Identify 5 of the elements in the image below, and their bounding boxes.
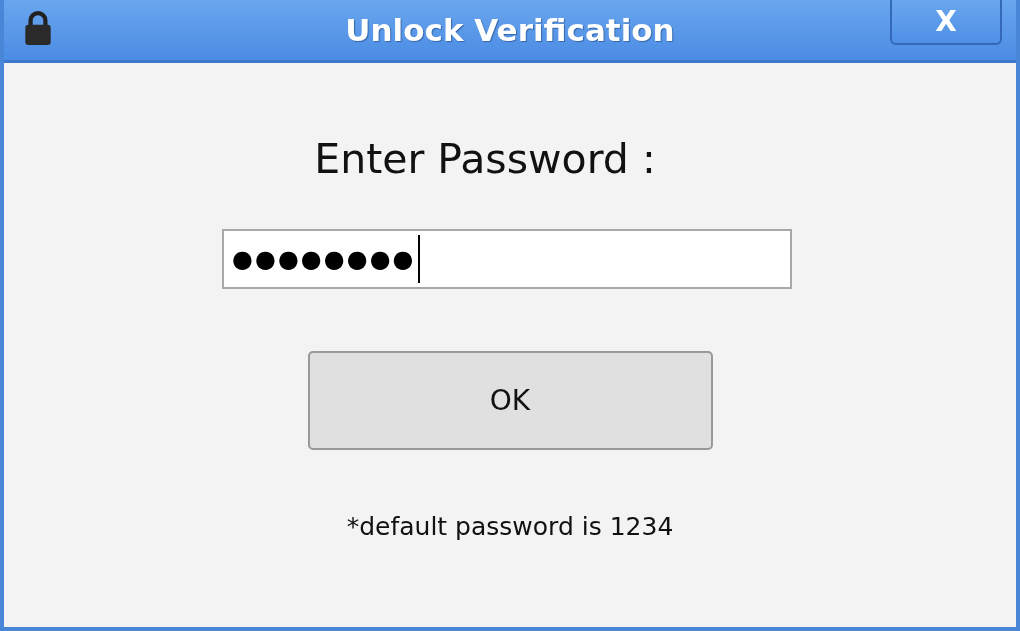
password-label: Enter Password :	[314, 135, 656, 183]
password-field[interactable]: ●●●●●●●●	[222, 229, 792, 289]
hint-text: *default password is 1234	[346, 512, 674, 541]
window-title: Unlock Verification	[345, 12, 675, 48]
ok-button[interactable]: OK	[307, 351, 713, 450]
